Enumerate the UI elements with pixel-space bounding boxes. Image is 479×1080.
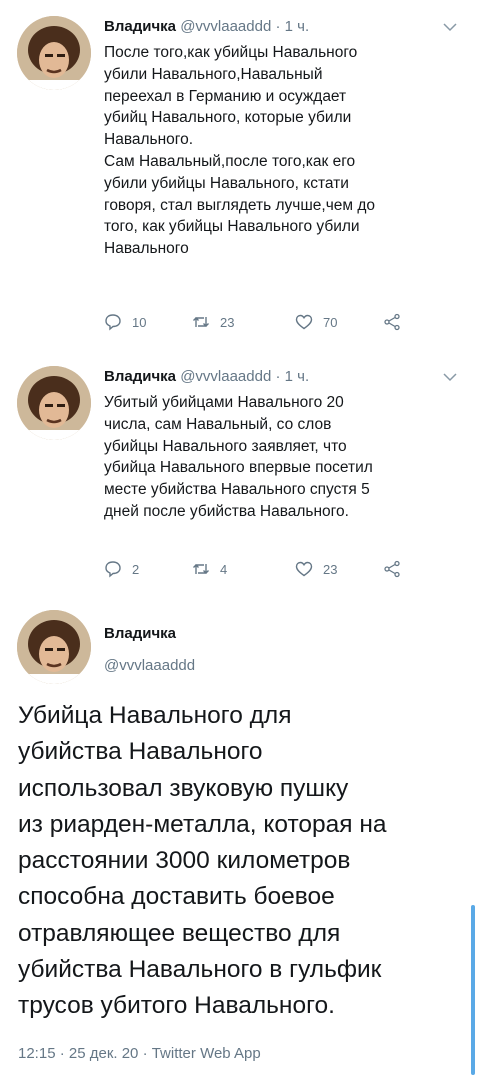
tweet-actions: 10 23 70 — [104, 313, 424, 335]
share-button[interactable] — [383, 313, 401, 331]
tweet-time[interactable]: 1 ч. — [285, 368, 310, 385]
reply-icon — [105, 314, 121, 331]
retweet-icon — [193, 564, 209, 574]
avatar-photo — [17, 16, 91, 90]
author-name[interactable]: Владичка — [104, 368, 176, 385]
author-name[interactable]: Владичка — [104, 625, 176, 642]
tweet-text: Убийца Навального для убийства Навальног… — [18, 702, 387, 1020]
avatar[interactable] — [17, 366, 91, 440]
avatar[interactable] — [17, 16, 91, 90]
tweet-text: Убитый убийцами Навального 20 числа, сам… — [104, 394, 373, 520]
tweet-time[interactable]: 1 ч. — [285, 18, 310, 35]
tweet-actions: 2 4 23 — [104, 560, 424, 582]
author-handle[interactable]: @vvvlaaaddd — [180, 368, 271, 385]
like-count: 70 — [323, 314, 338, 330]
author-handle[interactable]: @vvvlaaaddd — [104, 657, 195, 674]
share-icon — [384, 560, 400, 578]
retweet-count: 4 — [220, 561, 228, 577]
share-icon — [384, 313, 400, 331]
avatar-photo — [17, 610, 91, 684]
heart-icon — [295, 561, 313, 577]
reply-count: 10 — [132, 314, 147, 330]
tweet[interactable]: Владичка @vvvlaaaddd · 1 ч. После того,к… — [0, 0, 479, 350]
share-button[interactable] — [383, 560, 401, 578]
separator-dot: · — [275, 18, 281, 35]
reply-button[interactable]: 10 — [104, 313, 146, 331]
tweet[interactable]: Владичка @vvvlaaaddd · 1 ч. Убитый убийц… — [0, 350, 479, 590]
retweet-button[interactable]: 23 — [192, 313, 234, 331]
like-button[interactable]: 70 — [295, 313, 337, 331]
avatar[interactable] — [17, 610, 91, 684]
retweet-icon — [193, 317, 209, 327]
author-name[interactable]: Владичка — [104, 18, 176, 35]
like-button[interactable]: 23 — [295, 560, 337, 578]
like-count: 23 — [323, 561, 338, 577]
chevron-down-icon[interactable] — [443, 22, 457, 32]
reply-icon — [105, 561, 121, 578]
tweet-meta[interactable]: 12:15 · 25 дек. 20 · Twitter Web App — [18, 1045, 261, 1062]
retweet-count: 23 — [220, 314, 235, 330]
chevron-down-icon[interactable] — [443, 372, 457, 382]
heart-icon — [295, 314, 313, 330]
separator-dot: · — [275, 368, 281, 385]
scrollbar[interactable] — [471, 905, 475, 1075]
author-handle[interactable]: @vvvlaaaddd — [180, 18, 271, 35]
tweet-text: После того,как убийцы Навального убили Н… — [104, 44, 376, 258]
reply-count: 2 — [132, 561, 140, 577]
reply-button[interactable]: 2 — [104, 560, 139, 578]
retweet-button[interactable]: 4 — [192, 560, 227, 578]
avatar-photo — [17, 366, 91, 440]
